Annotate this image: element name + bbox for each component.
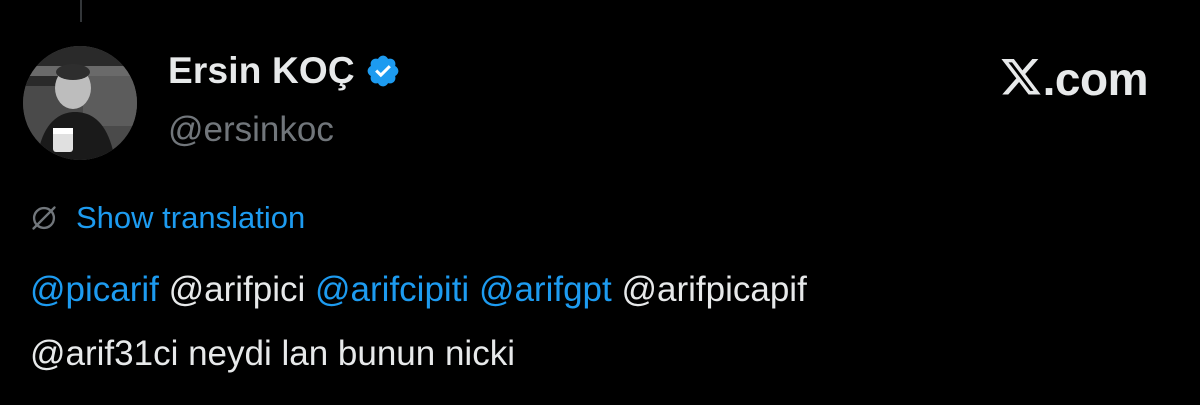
show-translation-label[interactable]: Show translation [76, 200, 305, 236]
author-handle[interactable]: @ersinkoc [168, 110, 334, 150]
mention-link[interactable]: @arifgpt [479, 270, 612, 309]
verified-badge-icon [367, 55, 399, 87]
author-display-name[interactable]: Ersin KOÇ [168, 50, 355, 92]
thread-connector-line [80, 0, 82, 22]
tweet-text-segment: @arifpicapif [611, 270, 807, 309]
author-name-row[interactable]: Ersin KOÇ [168, 50, 401, 92]
mention-link[interactable]: @arifcipiti [315, 270, 469, 309]
x-logo-icon [1001, 59, 1041, 95]
avatar[interactable] [23, 46, 137, 160]
tweet-text-line-1: @picarif @arifpici @arifcipiti @arifgpt … [30, 258, 1170, 322]
tweet-text-line-2: @arif31ci neydi lan bunun nicki [30, 322, 1170, 386]
tweet-text-segment: @arifpici [158, 270, 316, 309]
tweet-text-segment [469, 270, 479, 309]
tweet-text: @picarif @arifpici @arifcipiti @arifgpt … [30, 258, 1170, 386]
brand-domain-text: .com [1042, 53, 1149, 105]
avatar-photo [23, 46, 137, 160]
tweet-text-segment: @arif31ci neydi lan bunun nicki [30, 334, 515, 373]
mention-link[interactable]: @picarif [30, 270, 159, 309]
show-translation-button[interactable]: Show translation [30, 200, 305, 236]
globe-slash-icon [32, 206, 56, 230]
brand-logo: .com [999, 52, 1149, 106]
